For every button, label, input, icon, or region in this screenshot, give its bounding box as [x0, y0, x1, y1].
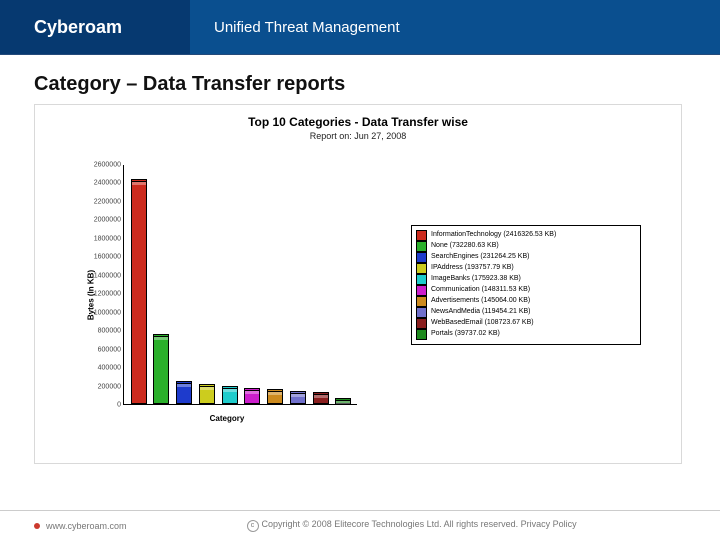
bar-ImageBanks [222, 388, 238, 404]
legend-swatch-icon [416, 274, 427, 285]
footer-copyright: cCopyright © 2008 Elitecore Technologies… [247, 519, 577, 532]
legend-item: None (732280.63 KB) [416, 241, 636, 252]
legend-item: SearchEngines (231264.25 KB) [416, 252, 636, 263]
y-tick: 2600000 [94, 162, 124, 169]
legend-item: Portals (39737.02 KB) [416, 329, 636, 340]
bar-Advertisements [267, 391, 283, 404]
y-tick: 600000 [98, 346, 124, 353]
legend-label: SearchEngines (231264.25 KB) [431, 253, 529, 262]
y-tick: 1400000 [94, 272, 124, 279]
legend-item: Communication (148311.53 KB) [416, 285, 636, 296]
y-tick: 1800000 [94, 235, 124, 242]
app-header: Cyberoam Unified Threat Management [0, 0, 720, 55]
y-tick: 2200000 [94, 198, 124, 205]
legend-swatch-icon [416, 329, 427, 340]
legend-item: WebBasedEmail (108723.67 KB) [416, 318, 636, 329]
chart-plot: 0200000400000600000800000100000012000001… [123, 165, 357, 405]
footer-site: www.cyberoam.com [46, 521, 127, 531]
y-tick: 1000000 [94, 309, 124, 316]
legend-label: InformationTechnology (2416326.53 KB) [431, 231, 556, 240]
legend-label: WebBasedEmail (108723.67 KB) [431, 319, 534, 328]
legend-swatch-icon [416, 296, 427, 307]
y-tick: 2400000 [94, 180, 124, 187]
bar-IPAddress [199, 386, 215, 404]
legend-item: ImageBanks (175923.38 KB) [416, 274, 636, 285]
x-axis-label: Category [210, 414, 245, 423]
legend-swatch-icon [416, 318, 427, 329]
bar-InformationTechnology [131, 181, 147, 404]
header-subtitle: Unified Threat Management [190, 0, 720, 54]
bar-Portals [335, 400, 351, 404]
chart-title: Top 10 Categories - Data Transfer wise [35, 105, 681, 129]
legend-item: InformationTechnology (2416326.53 KB) [416, 230, 636, 241]
y-tick: 2000000 [94, 217, 124, 224]
footer-dot-icon [34, 523, 40, 529]
y-tick: 1600000 [94, 254, 124, 261]
page-title: Category – Data Transfer reports [0, 55, 720, 104]
legend-item: NewsAndMedia (119454.21 KB) [416, 307, 636, 318]
y-tick: 400000 [98, 365, 124, 372]
y-tick: 0 [117, 402, 124, 409]
chart-subtitle: Report on: Jun 27, 2008 [35, 129, 681, 141]
legend-swatch-icon [416, 307, 427, 318]
bar-WebBasedEmail [313, 394, 329, 404]
legend-label: Communication (148311.53 KB) [431, 286, 530, 295]
legend-label: None (732280.63 KB) [431, 242, 499, 251]
legend-item: Advertisements (145064.00 KB) [416, 296, 636, 307]
y-tick: 200000 [98, 383, 124, 390]
legend-swatch-icon [416, 263, 427, 274]
bar-NewsAndMedia [290, 393, 306, 404]
legend-label: NewsAndMedia (119454.21 KB) [431, 308, 530, 317]
legend-swatch-icon [416, 285, 427, 296]
legend-item: IPAddress (193757.79 KB) [416, 263, 636, 274]
bar-Communication [244, 390, 260, 404]
brand-logo: Cyberoam [0, 0, 190, 54]
bar-SearchEngines [176, 383, 192, 404]
y-tick: 1200000 [94, 291, 124, 298]
legend-label: IPAddress (193757.79 KB) [431, 264, 514, 273]
report-panel: Top 10 Categories - Data Transfer wise R… [34, 104, 682, 464]
legend-label: ImageBanks (175923.38 KB) [431, 275, 521, 284]
legend-swatch-icon [416, 252, 427, 263]
legend-swatch-icon [416, 230, 427, 241]
chart-legend: InformationTechnology (2416326.53 KB) Non… [411, 225, 641, 345]
page-footer: www.cyberoam.com cCopyright © 2008 Elite… [0, 510, 720, 540]
y-tick: 800000 [98, 328, 124, 335]
chart-area: Bytes (In KB) 02000004000006000008000001… [97, 165, 357, 425]
legend-label: Advertisements (145064.00 KB) [431, 297, 530, 306]
legend-label: Portals (39737.02 KB) [431, 330, 500, 339]
bar-None [153, 336, 169, 404]
legend-swatch-icon [416, 241, 427, 252]
